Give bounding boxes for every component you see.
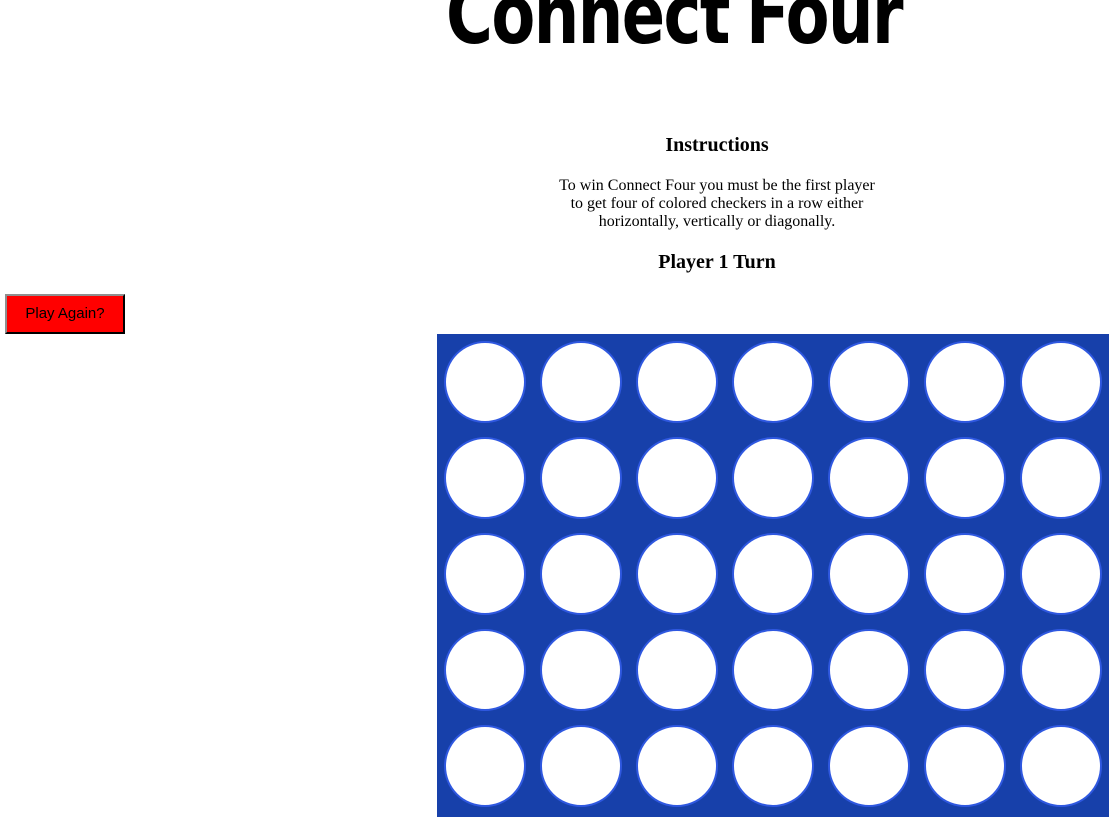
board-slot[interactable] bbox=[636, 725, 718, 807]
play-again-button[interactable]: Play Again? bbox=[5, 294, 125, 334]
board-slot[interactable] bbox=[828, 629, 910, 711]
game-board[interactable] bbox=[437, 334, 1109, 817]
game-title-word-2: Four bbox=[746, 0, 903, 63]
board-slot[interactable] bbox=[540, 629, 622, 711]
board-slot[interactable] bbox=[444, 725, 526, 807]
board-slot[interactable] bbox=[636, 629, 718, 711]
board-slot[interactable] bbox=[828, 437, 910, 519]
board-slot[interactable] bbox=[540, 533, 622, 615]
board-slot[interactable] bbox=[732, 341, 814, 423]
board-slot[interactable] bbox=[732, 725, 814, 807]
board-slot[interactable] bbox=[924, 725, 1006, 807]
game-title-word-1: Connect bbox=[446, 0, 730, 63]
board-slot[interactable] bbox=[636, 437, 718, 519]
turn-indicator: Player 1 Turn bbox=[658, 251, 776, 273]
board-slot[interactable] bbox=[540, 725, 622, 807]
board-slot[interactable] bbox=[636, 533, 718, 615]
board-slot[interactable] bbox=[540, 341, 622, 423]
board-slot[interactable] bbox=[1020, 533, 1102, 615]
page: Connect Four Instructions To win Connect … bbox=[0, 0, 1109, 817]
board-slot[interactable] bbox=[1020, 341, 1102, 423]
board-slot[interactable] bbox=[444, 629, 526, 711]
board-slot[interactable] bbox=[732, 533, 814, 615]
board-slot[interactable] bbox=[828, 725, 910, 807]
board-slot[interactable] bbox=[1020, 725, 1102, 807]
board-slot[interactable] bbox=[1020, 629, 1102, 711]
board-slot[interactable] bbox=[924, 437, 1006, 519]
board-slot[interactable] bbox=[732, 437, 814, 519]
instructions-text: To win Connect Four you must be the firs… bbox=[559, 177, 875, 230]
board-slot[interactable] bbox=[732, 629, 814, 711]
board-slot[interactable] bbox=[1020, 437, 1102, 519]
board-slot[interactable] bbox=[828, 533, 910, 615]
instructions-heading: Instructions bbox=[665, 134, 769, 156]
board-slot[interactable] bbox=[444, 533, 526, 615]
board-slot[interactable] bbox=[444, 437, 526, 519]
game-title: Connect Four bbox=[446, 0, 903, 64]
board-slot[interactable] bbox=[636, 341, 718, 423]
board-slot[interactable] bbox=[540, 437, 622, 519]
board-slot[interactable] bbox=[828, 341, 910, 423]
board-slot[interactable] bbox=[924, 629, 1006, 711]
board-slot[interactable] bbox=[444, 341, 526, 423]
board-slot[interactable] bbox=[924, 533, 1006, 615]
board-slot[interactable] bbox=[924, 341, 1006, 423]
